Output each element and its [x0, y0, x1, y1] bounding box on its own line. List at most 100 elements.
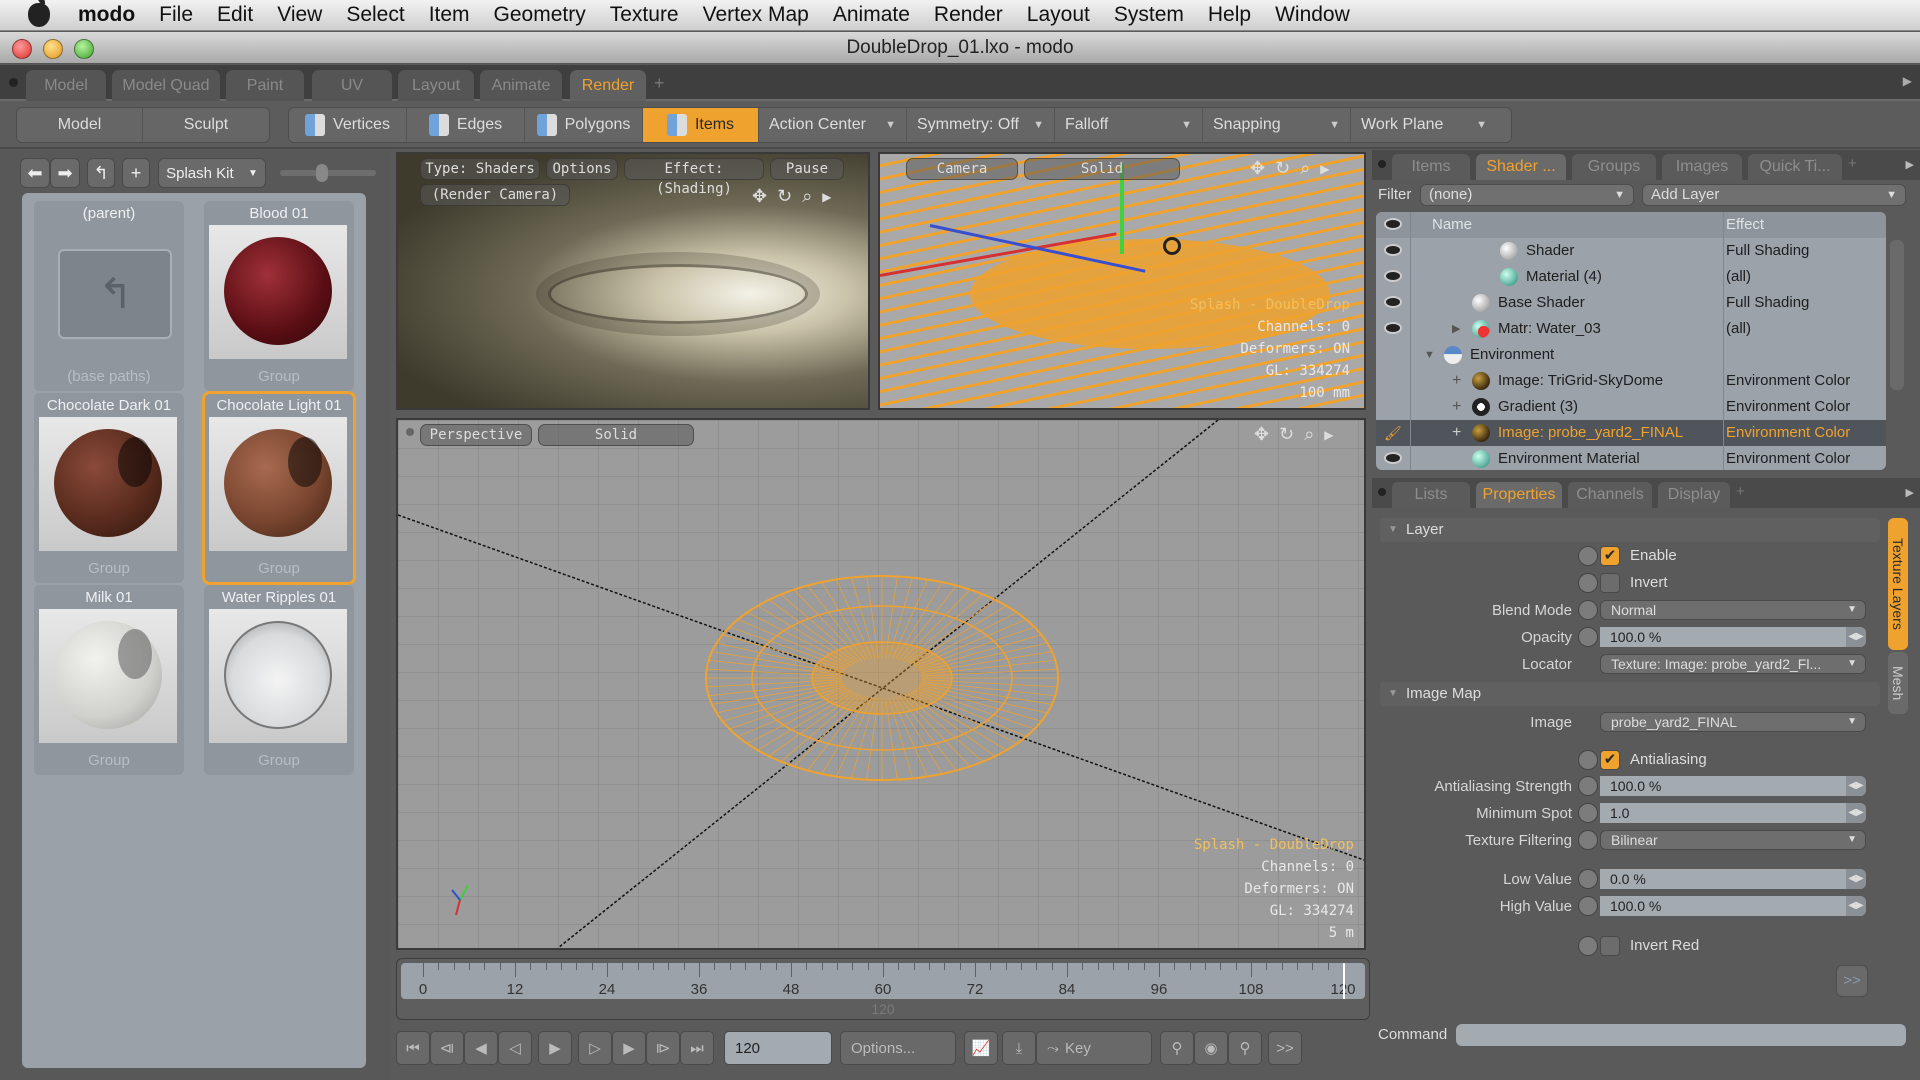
- zoom-icon[interactable]: ⌕: [1300, 158, 1310, 180]
- preset-chocolate-light-01[interactable]: Chocolate Light 01 Group: [202, 391, 356, 585]
- rotate-icon[interactable]: ↻: [1275, 158, 1290, 180]
- slider-handle[interactable]: [316, 164, 328, 182]
- zoom-icon[interactable]: ⌕: [1304, 424, 1314, 446]
- tab-model-quad[interactable]: Model Quad: [112, 70, 220, 101]
- render-type-button[interactable]: Type: Shaders: [420, 158, 540, 180]
- shader-tree-row[interactable]: + Image: TriGrid-SkyDome Environment Color: [1376, 368, 1886, 394]
- locator-dropdown[interactable]: Texture: Image: probe_yard2_Fl... ▼: [1600, 654, 1866, 674]
- viewport-menu-icon[interactable]: ▶: [1320, 158, 1329, 180]
- transport-more-button[interactable]: >>: [1268, 1031, 1302, 1065]
- next-frame-key-button[interactable]: ▶: [612, 1031, 646, 1065]
- low-value-field[interactable]: 0.0 % ◀▶: [1600, 869, 1866, 889]
- blend-mode-channel-dot[interactable]: [1578, 600, 1598, 620]
- step-forward-button[interactable]: ▷: [578, 1031, 612, 1065]
- tab-paint[interactable]: Paint: [226, 70, 304, 101]
- menu-file[interactable]: File: [159, 3, 193, 27]
- menu-window[interactable]: Window: [1275, 3, 1350, 27]
- add-preset-button[interactable]: +: [122, 158, 150, 188]
- eye-icon[interactable]: [1384, 452, 1402, 464]
- enable-channel-dot[interactable]: [1578, 546, 1598, 566]
- panel-menu-icon[interactable]: [1378, 160, 1386, 168]
- spin-arrows-icon[interactable]: ◀▶: [1846, 869, 1866, 889]
- shader-tree-row[interactable]: Environment Material Environment Color: [1376, 446, 1886, 470]
- shader-tree-row[interactable]: ▶ Matr: Water_03 (all): [1376, 316, 1886, 342]
- eye-icon[interactable]: [1384, 322, 1402, 334]
- paint-brush-icon[interactable]: 🖌: [1384, 420, 1402, 446]
- tab-groups[interactable]: Groups: [1572, 154, 1656, 180]
- viewport-menu-dot[interactable]: [406, 428, 414, 436]
- preset-chocolate-dark-01[interactable]: Chocolate Dark 01 Group: [34, 393, 184, 583]
- spin-arrows-icon[interactable]: ◀▶: [1846, 896, 1866, 916]
- zoom-window-button[interactable]: [74, 39, 94, 59]
- close-window-button[interactable]: [12, 39, 32, 59]
- rotate-icon[interactable]: ↻: [777, 186, 792, 208]
- shader-tree-scrollbar[interactable]: [1890, 240, 1904, 390]
- viewport-menu-icon[interactable]: ▶: [1324, 424, 1333, 446]
- eye-icon[interactable]: [1384, 218, 1402, 230]
- timeline[interactable]: 01224364860728496108120 120: [396, 958, 1370, 1020]
- prev-key-button[interactable]: ⧏: [430, 1031, 464, 1065]
- filter-dropdown[interactable]: (none) ▼: [1420, 184, 1634, 206]
- back-button[interactable]: ⬅: [20, 158, 50, 188]
- spin-arrows-icon[interactable]: ◀▶: [1846, 776, 1866, 796]
- tab-images[interactable]: Images: [1662, 154, 1742, 180]
- collapse-triangle-icon[interactable]: ▼: [1424, 342, 1435, 368]
- tab-scroll-right-icon[interactable]: ▶: [1903, 74, 1912, 88]
- perspective-viewport[interactable]: Perspective Solid ✥ ↻ ⌕ ▶ Splash - DoubleDr…: [396, 418, 1366, 950]
- menu-texture[interactable]: Texture: [610, 3, 679, 27]
- panel-menu-icon[interactable]: [9, 78, 18, 87]
- low-value-channel-dot[interactable]: [1578, 869, 1598, 889]
- high-value-field[interactable]: 100.0 % ◀▶: [1600, 896, 1866, 916]
- set-key-button[interactable]: ⤓: [1002, 1031, 1036, 1065]
- tab-render[interactable]: Render: [570, 70, 646, 101]
- menu-app-modo[interactable]: modo: [78, 3, 135, 27]
- tab-channels[interactable]: Channels: [1568, 482, 1652, 508]
- expand-plus-icon[interactable]: +: [1452, 368, 1461, 394]
- timeline-options-button[interactable]: Options...: [840, 1031, 956, 1065]
- add-tab-button[interactable]: +: [1848, 155, 1857, 172]
- menu-geometry[interactable]: Geometry: [494, 3, 586, 27]
- parent-folder-button[interactable]: ↰: [87, 158, 115, 188]
- edges-mode-button[interactable]: Edges: [407, 108, 525, 142]
- symmetry-dropdown[interactable]: Symmetry: Off ▼: [907, 108, 1055, 142]
- add-tab-button[interactable]: +: [654, 73, 665, 94]
- invert-checkbox[interactable]: [1600, 573, 1620, 593]
- graph-editor-button[interactable]: 📈: [964, 1031, 998, 1065]
- antialiasing-checkbox[interactable]: ✔: [1600, 750, 1620, 770]
- opacity-field[interactable]: 100.0 % ◀▶: [1600, 627, 1866, 647]
- properties-more-button[interactable]: >>: [1836, 965, 1868, 997]
- column-name[interactable]: Name: [1432, 212, 1472, 238]
- menu-help[interactable]: Help: [1208, 3, 1251, 27]
- pan-icon[interactable]: ✥: [1254, 424, 1269, 446]
- add-tab-button[interactable]: +: [1736, 483, 1745, 500]
- zoom-icon[interactable]: ⌕: [802, 186, 812, 208]
- command-input[interactable]: [1456, 1024, 1906, 1046]
- menu-view[interactable]: View: [277, 3, 322, 27]
- menu-animate[interactable]: Animate: [833, 3, 910, 27]
- menu-edit[interactable]: Edit: [217, 3, 253, 27]
- preset-milk-01[interactable]: Milk 01 Group: [34, 585, 184, 775]
- key-all-button[interactable]: ⚲: [1228, 1031, 1262, 1065]
- kit-dropdown[interactable]: Splash Kit ▼: [158, 158, 266, 188]
- auto-key-button[interactable]: ⚲: [1160, 1031, 1194, 1065]
- render-camera-button[interactable]: (Render Camera): [420, 184, 570, 206]
- tab-scroll-right-icon[interactable]: ▶: [1906, 158, 1914, 171]
- shader-tree-row[interactable]: Shader Full Shading: [1376, 238, 1886, 264]
- preset-parent[interactable]: (parent) ↰ (base paths): [34, 201, 184, 391]
- tab-model[interactable]: Model: [26, 70, 106, 101]
- eye-icon[interactable]: [1384, 270, 1402, 282]
- work-plane-dropdown[interactable]: Work Plane ▼: [1351, 108, 1497, 142]
- menu-select[interactable]: Select: [346, 3, 404, 27]
- render-options-button[interactable]: Options: [546, 158, 618, 180]
- expand-plus-icon[interactable]: +: [1452, 394, 1461, 420]
- preset-blood-01[interactable]: Blood 01 Group: [204, 201, 354, 391]
- falloff-dropdown[interactable]: Falloff ▼: [1055, 108, 1203, 142]
- shader-tree-row[interactable]: 🖌 + Image: probe_yard2_FINAL Environment Co…: [1376, 420, 1886, 446]
- tab-shader[interactable]: Shader ...: [1476, 154, 1566, 180]
- minimize-window-button[interactable]: [43, 39, 63, 59]
- tab-items[interactable]: Items: [1392, 154, 1470, 180]
- sculpt-mode-button[interactable]: Sculpt: [143, 108, 269, 142]
- texture-filtering-dropdown[interactable]: Bilinear ▼: [1600, 830, 1866, 850]
- menu-item[interactable]: Item: [429, 3, 470, 27]
- section-image-map[interactable]: ▼ Image Map: [1380, 682, 1880, 706]
